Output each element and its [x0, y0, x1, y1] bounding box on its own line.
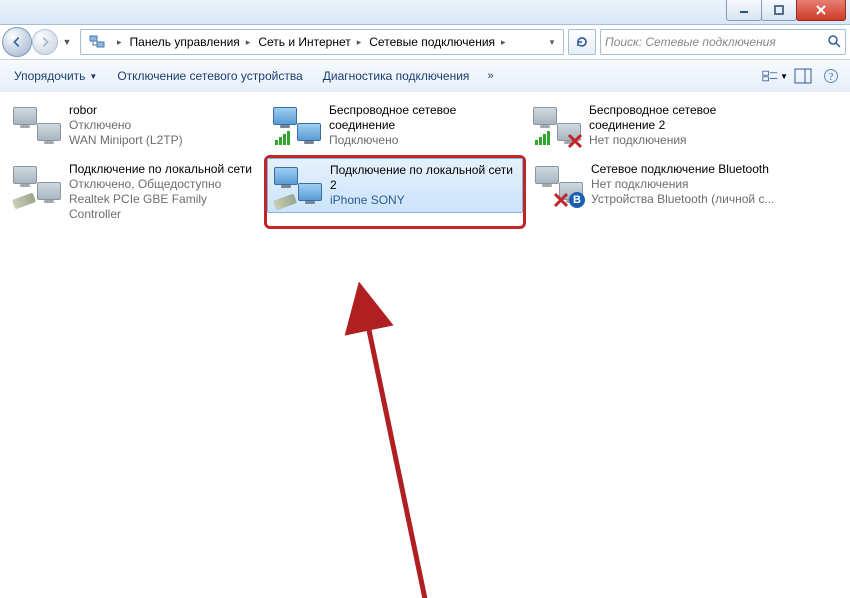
disconnected-x-icon [553, 192, 569, 208]
item-status: Отключено [69, 118, 183, 133]
lan-icon [274, 163, 322, 207]
maximize-button[interactable] [761, 0, 797, 21]
chevron-right-icon: ▸ [246, 37, 251, 48]
preview-pane-button[interactable] [790, 64, 816, 88]
disconnected-x-icon [567, 133, 583, 149]
item-device: Realtek PCIe GBE Family Controller [69, 192, 255, 222]
arrow-annotation [342, 282, 462, 598]
nav-forward-button[interactable] [32, 29, 58, 55]
item-name: Беспроводное сетевое соединение 2 [589, 103, 775, 133]
bluetooth-badge-icon: B [569, 192, 585, 208]
network-icon [13, 103, 61, 147]
nav-history-dropdown[interactable]: ▼ [58, 37, 76, 47]
item-device: Устройства Bluetooth (личной с... [591, 192, 774, 207]
disable-device-button[interactable]: Отключение сетевого устройства [109, 65, 310, 87]
search-input[interactable]: Поиск: Сетевые подключения [600, 29, 846, 55]
search-placeholder: Поиск: Сетевые подключения [605, 35, 776, 49]
connection-item-wireless-1[interactable]: Беспроводное сетевое соединение Подключе… [266, 98, 522, 153]
bluetooth-network-icon: B [535, 162, 583, 206]
close-button[interactable] [796, 0, 846, 21]
connection-item-lan-1[interactable]: Подключение по локальной сети Отключено,… [6, 157, 262, 227]
refresh-button[interactable] [568, 29, 596, 55]
chevron-right-icon: ▸ [117, 37, 122, 48]
command-bar: Упорядочить ▼ Отключение сетевого устрой… [0, 60, 850, 93]
item-device: iPhone SONY [330, 193, 516, 208]
chevron-down-icon: ▼ [780, 72, 788, 81]
chevron-right-icon: ▸ [501, 37, 506, 48]
item-status: Отключено, Общедоступно [69, 177, 255, 192]
organize-menu[interactable]: Упорядочить ▼ [6, 65, 105, 87]
item-name: Сетевое подключение Bluetooth [591, 162, 774, 177]
minimize-button[interactable] [726, 0, 762, 21]
breadcrumb-network-connections[interactable]: Сетевые подключения▸ [365, 31, 509, 53]
connection-item-bluetooth[interactable]: B Сетевое подключение Bluetooth Нет подк… [528, 157, 784, 227]
nav-back-button[interactable] [2, 27, 32, 57]
item-status: Подключено [329, 133, 515, 148]
address-bar[interactable]: ▸ Панель управления▸ Сеть и Интернет▸ Се… [80, 29, 564, 55]
wireless-icon [533, 103, 581, 147]
breadcrumb-root[interactable]: ▸ [107, 31, 126, 53]
item-status: Нет подключения [589, 133, 775, 148]
overflow-chevron-icon[interactable]: » [481, 70, 499, 82]
connection-item-wireless-2[interactable]: Беспроводное сетевое соединение 2 Нет по… [526, 98, 782, 153]
lan-icon [13, 162, 61, 206]
item-name: Подключение по локальной сети [69, 162, 255, 177]
item-name: Подключение по локальной сети 2 [330, 163, 516, 193]
title-bar [0, 0, 850, 25]
address-dropdown[interactable]: ▾ [543, 37, 561, 48]
content-area: robor Отключено WAN Miniport (L2TP) Бесп… [0, 92, 850, 598]
item-name: robor [69, 103, 183, 118]
chevron-right-icon: ▸ [357, 37, 362, 48]
item-device: WAN Miniport (L2TP) [69, 133, 183, 148]
diagnose-button[interactable]: Диагностика подключения [315, 65, 478, 87]
view-options-button[interactable]: ▼ [762, 64, 788, 88]
address-row: ▼ ▸ Панель управления▸ Сеть и Интернет▸ … [0, 25, 850, 60]
item-name: Беспроводное сетевое соединение [329, 103, 515, 133]
item-status: Нет подключения [591, 177, 774, 192]
connection-item-robor[interactable]: robor Отключено WAN Miniport (L2TP) [6, 98, 262, 153]
breadcrumb-network-internet[interactable]: Сеть и Интернет▸ [254, 31, 365, 53]
help-button[interactable]: ? [818, 64, 844, 88]
breadcrumb-control-panel[interactable]: Панель управления▸ [126, 31, 255, 53]
svg-text:?: ? [829, 72, 834, 83]
network-location-icon [87, 32, 107, 52]
explorer-window: ▼ ▸ Панель управления▸ Сеть и Интернет▸ … [0, 0, 850, 598]
connection-item-lan-2[interactable]: Подключение по локальной сети 2 iPhone S… [267, 158, 523, 213]
search-icon [827, 34, 841, 51]
wireless-icon [273, 103, 321, 147]
highlight-annotation: Подключение по локальной сети 2 iPhone S… [264, 155, 526, 229]
chevron-down-icon: ▼ [89, 72, 97, 81]
